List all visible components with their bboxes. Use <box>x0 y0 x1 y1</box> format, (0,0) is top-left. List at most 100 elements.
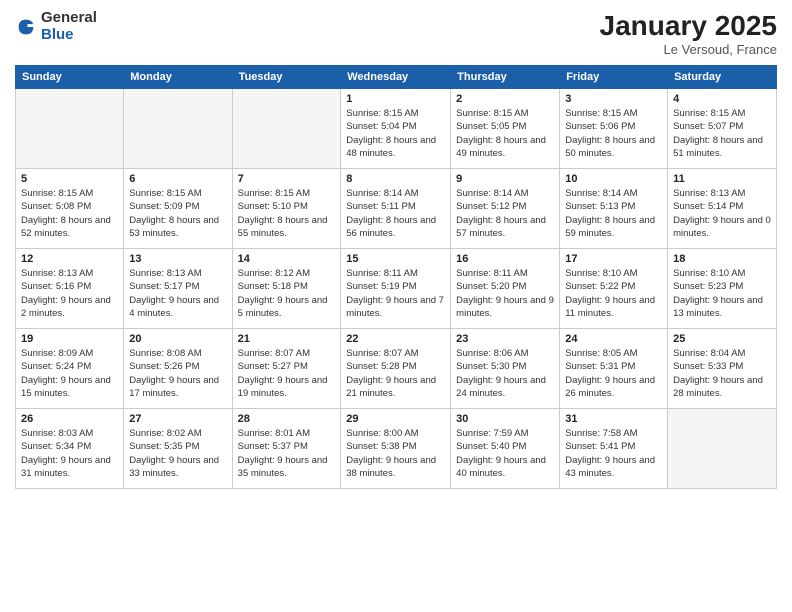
day-info: Sunrise: 8:15 AMSunset: 5:08 PMDaylight:… <box>21 187 118 240</box>
day-number: 22 <box>346 333 445 345</box>
calendar-cell: 3 Sunrise: 8:15 AMSunset: 5:06 PMDaylight… <box>560 89 668 169</box>
day-info: Sunrise: 7:58 AMSunset: 5:41 PMDaylight:… <box>565 427 662 480</box>
calendar-cell: 15 Sunrise: 8:11 AMSunset: 5:19 PMDayligh… <box>341 249 451 329</box>
day-info: Sunrise: 8:14 AMSunset: 5:13 PMDaylight:… <box>565 187 662 240</box>
day-info: Sunrise: 8:01 AMSunset: 5:37 PMDaylight:… <box>238 427 336 480</box>
weekday-header-row: Sunday Monday Tuesday Wednesday Thursday… <box>16 66 777 89</box>
header-saturday: Saturday <box>668 66 777 89</box>
header-tuesday: Tuesday <box>232 66 341 89</box>
calendar-cell: 26Sunrise: 8:03 AMSunset: 5:34 PMDayligh… <box>16 409 124 489</box>
day-info: Sunrise: 8:10 AMSunset: 5:23 PMDaylight:… <box>673 267 771 320</box>
calendar-cell: 21Sunrise: 8:07 AMSunset: 5:27 PMDayligh… <box>232 329 341 409</box>
header-thursday: Thursday <box>451 66 560 89</box>
day-info: Sunrise: 8:08 AMSunset: 5:26 PMDaylight:… <box>129 347 226 400</box>
calendar-cell: 20 Sunrise: 8:08 AMSunset: 5:26 PMDayligh… <box>124 329 232 409</box>
logo-general: General <box>41 10 97 27</box>
header-friday: Friday <box>560 66 668 89</box>
day-info: Sunrise: 8:11 AMSunset: 5:19 PMDaylight:… <box>346 267 445 320</box>
calendar-cell: 25 Sunrise: 8:04 AMSunset: 5:33 PMDayligh… <box>668 329 777 409</box>
calendar-cell: 1 Sunrise: 8:15 AMSunset: 5:04 PMDaylight… <box>341 89 451 169</box>
day-number: 1 <box>346 93 445 105</box>
day-number: 28 <box>238 413 336 425</box>
calendar-cell: 9Sunrise: 8:14 AMSunset: 5:12 PMDaylight… <box>451 169 560 249</box>
day-number: 15 <box>346 253 445 265</box>
calendar-cell: 10 Sunrise: 8:14 AMSunset: 5:13 PMDayligh… <box>560 169 668 249</box>
calendar-cell: 4Sunrise: 8:15 AMSunset: 5:07 PMDaylight… <box>668 89 777 169</box>
day-info: Sunrise: 8:15 AMSunset: 5:05 PMDaylight:… <box>456 107 554 160</box>
calendar-cell: 5 Sunrise: 8:15 AMSunset: 5:08 PMDaylight… <box>16 169 124 249</box>
calendar-cell: 18 Sunrise: 8:10 AMSunset: 5:23 PMDayligh… <box>668 249 777 329</box>
day-info: Sunrise: 8:10 AMSunset: 5:22 PMDaylight:… <box>565 267 662 320</box>
day-number: 20 <box>129 333 226 345</box>
day-number: 11 <box>673 173 771 185</box>
day-number: 18 <box>673 253 771 265</box>
day-info: Sunrise: 8:15 AMSunset: 5:10 PMDaylight:… <box>238 187 336 240</box>
calendar-cell: 16 Sunrise: 8:11 AMSunset: 5:20 PMDayligh… <box>451 249 560 329</box>
logo-text: General Blue <box>41 10 97 43</box>
calendar-cell <box>124 89 232 169</box>
day-number: 6 <box>129 173 226 185</box>
page: General Blue January 2025 Le Versoud, Fr… <box>0 0 792 612</box>
calendar-cell: 2Sunrise: 8:15 AMSunset: 5:05 PMDaylight… <box>451 89 560 169</box>
day-number: 17 <box>565 253 662 265</box>
month-title: January 2025 <box>600 10 777 42</box>
day-info: Sunrise: 8:09 AMSunset: 5:24 PMDaylight:… <box>21 347 118 400</box>
day-number: 19 <box>21 333 118 345</box>
day-info: Sunrise: 8:05 AMSunset: 5:31 PMDaylight:… <box>565 347 662 400</box>
calendar-cell <box>16 89 124 169</box>
calendar-cell: 6 Sunrise: 8:15 AMSunset: 5:09 PMDaylight… <box>124 169 232 249</box>
calendar-cell: 24 Sunrise: 8:05 AMSunset: 5:31 PMDayligh… <box>560 329 668 409</box>
day-info: Sunrise: 8:15 AMSunset: 5:04 PMDaylight:… <box>346 107 445 160</box>
day-number: 3 <box>565 93 662 105</box>
day-number: 8 <box>346 173 445 185</box>
day-info: Sunrise: 8:07 AMSunset: 5:28 PMDaylight:… <box>346 347 445 400</box>
day-number: 27 <box>129 413 226 425</box>
calendar: Sunday Monday Tuesday Wednesday Thursday… <box>15 65 777 489</box>
logo-blue: Blue <box>41 27 97 44</box>
calendar-cell: 23Sunrise: 8:06 AMSunset: 5:30 PMDayligh… <box>451 329 560 409</box>
day-info: Sunrise: 8:13 AMSunset: 5:17 PMDaylight:… <box>129 267 226 320</box>
day-number: 16 <box>456 253 554 265</box>
day-number: 5 <box>21 173 118 185</box>
calendar-cell: 30Sunrise: 7:59 AMSunset: 5:40 PMDayligh… <box>451 409 560 489</box>
day-info: Sunrise: 8:00 AMSunset: 5:38 PMDaylight:… <box>346 427 445 480</box>
calendar-cell: 19 Sunrise: 8:09 AMSunset: 5:24 PMDayligh… <box>16 329 124 409</box>
header-wednesday: Wednesday <box>341 66 451 89</box>
day-number: 30 <box>456 413 554 425</box>
location: Le Versoud, France <box>600 42 777 57</box>
calendar-cell: 31 Sunrise: 7:58 AMSunset: 5:41 PMDayligh… <box>560 409 668 489</box>
day-info: Sunrise: 8:15 AMSunset: 5:06 PMDaylight:… <box>565 107 662 160</box>
day-number: 10 <box>565 173 662 185</box>
day-info: Sunrise: 8:15 AMSunset: 5:09 PMDaylight:… <box>129 187 226 240</box>
day-info: Sunrise: 8:11 AMSunset: 5:20 PMDaylight:… <box>456 267 554 320</box>
calendar-cell: 29 Sunrise: 8:00 AMSunset: 5:38 PMDayligh… <box>341 409 451 489</box>
day-number: 7 <box>238 173 336 185</box>
logo-icon <box>15 16 37 38</box>
day-info: Sunrise: 8:07 AMSunset: 5:27 PMDaylight:… <box>238 347 336 400</box>
day-number: 14 <box>238 253 336 265</box>
day-number: 4 <box>673 93 771 105</box>
calendar-week-3: 12Sunrise: 8:13 AMSunset: 5:16 PMDayligh… <box>16 249 777 329</box>
calendar-cell: 14 Sunrise: 8:12 AMSunset: 5:18 PMDayligh… <box>232 249 341 329</box>
day-number: 9 <box>456 173 554 185</box>
calendar-cell: 7 Sunrise: 8:15 AMSunset: 5:10 PMDaylight… <box>232 169 341 249</box>
calendar-cell: 12Sunrise: 8:13 AMSunset: 5:16 PMDayligh… <box>16 249 124 329</box>
day-info: Sunrise: 8:13 AMSunset: 5:14 PMDaylight:… <box>673 187 771 240</box>
day-number: 31 <box>565 413 662 425</box>
calendar-week-1: 1 Sunrise: 8:15 AMSunset: 5:04 PMDaylight… <box>16 89 777 169</box>
calendar-cell: 27 Sunrise: 8:02 AMSunset: 5:35 PMDayligh… <box>124 409 232 489</box>
day-info: Sunrise: 8:04 AMSunset: 5:33 PMDaylight:… <box>673 347 771 400</box>
day-number: 29 <box>346 413 445 425</box>
day-number: 13 <box>129 253 226 265</box>
calendar-cell: 13 Sunrise: 8:13 AMSunset: 5:17 PMDayligh… <box>124 249 232 329</box>
logo: General Blue <box>15 10 97 43</box>
day-info: Sunrise: 8:12 AMSunset: 5:18 PMDaylight:… <box>238 267 336 320</box>
day-number: 25 <box>673 333 771 345</box>
day-number: 24 <box>565 333 662 345</box>
header: General Blue January 2025 Le Versoud, Fr… <box>15 10 777 57</box>
day-number: 23 <box>456 333 554 345</box>
day-info: Sunrise: 8:13 AMSunset: 5:16 PMDaylight:… <box>21 267 118 320</box>
calendar-cell <box>668 409 777 489</box>
day-info: Sunrise: 8:02 AMSunset: 5:35 PMDaylight:… <box>129 427 226 480</box>
calendar-week-4: 19 Sunrise: 8:09 AMSunset: 5:24 PMDayligh… <box>16 329 777 409</box>
